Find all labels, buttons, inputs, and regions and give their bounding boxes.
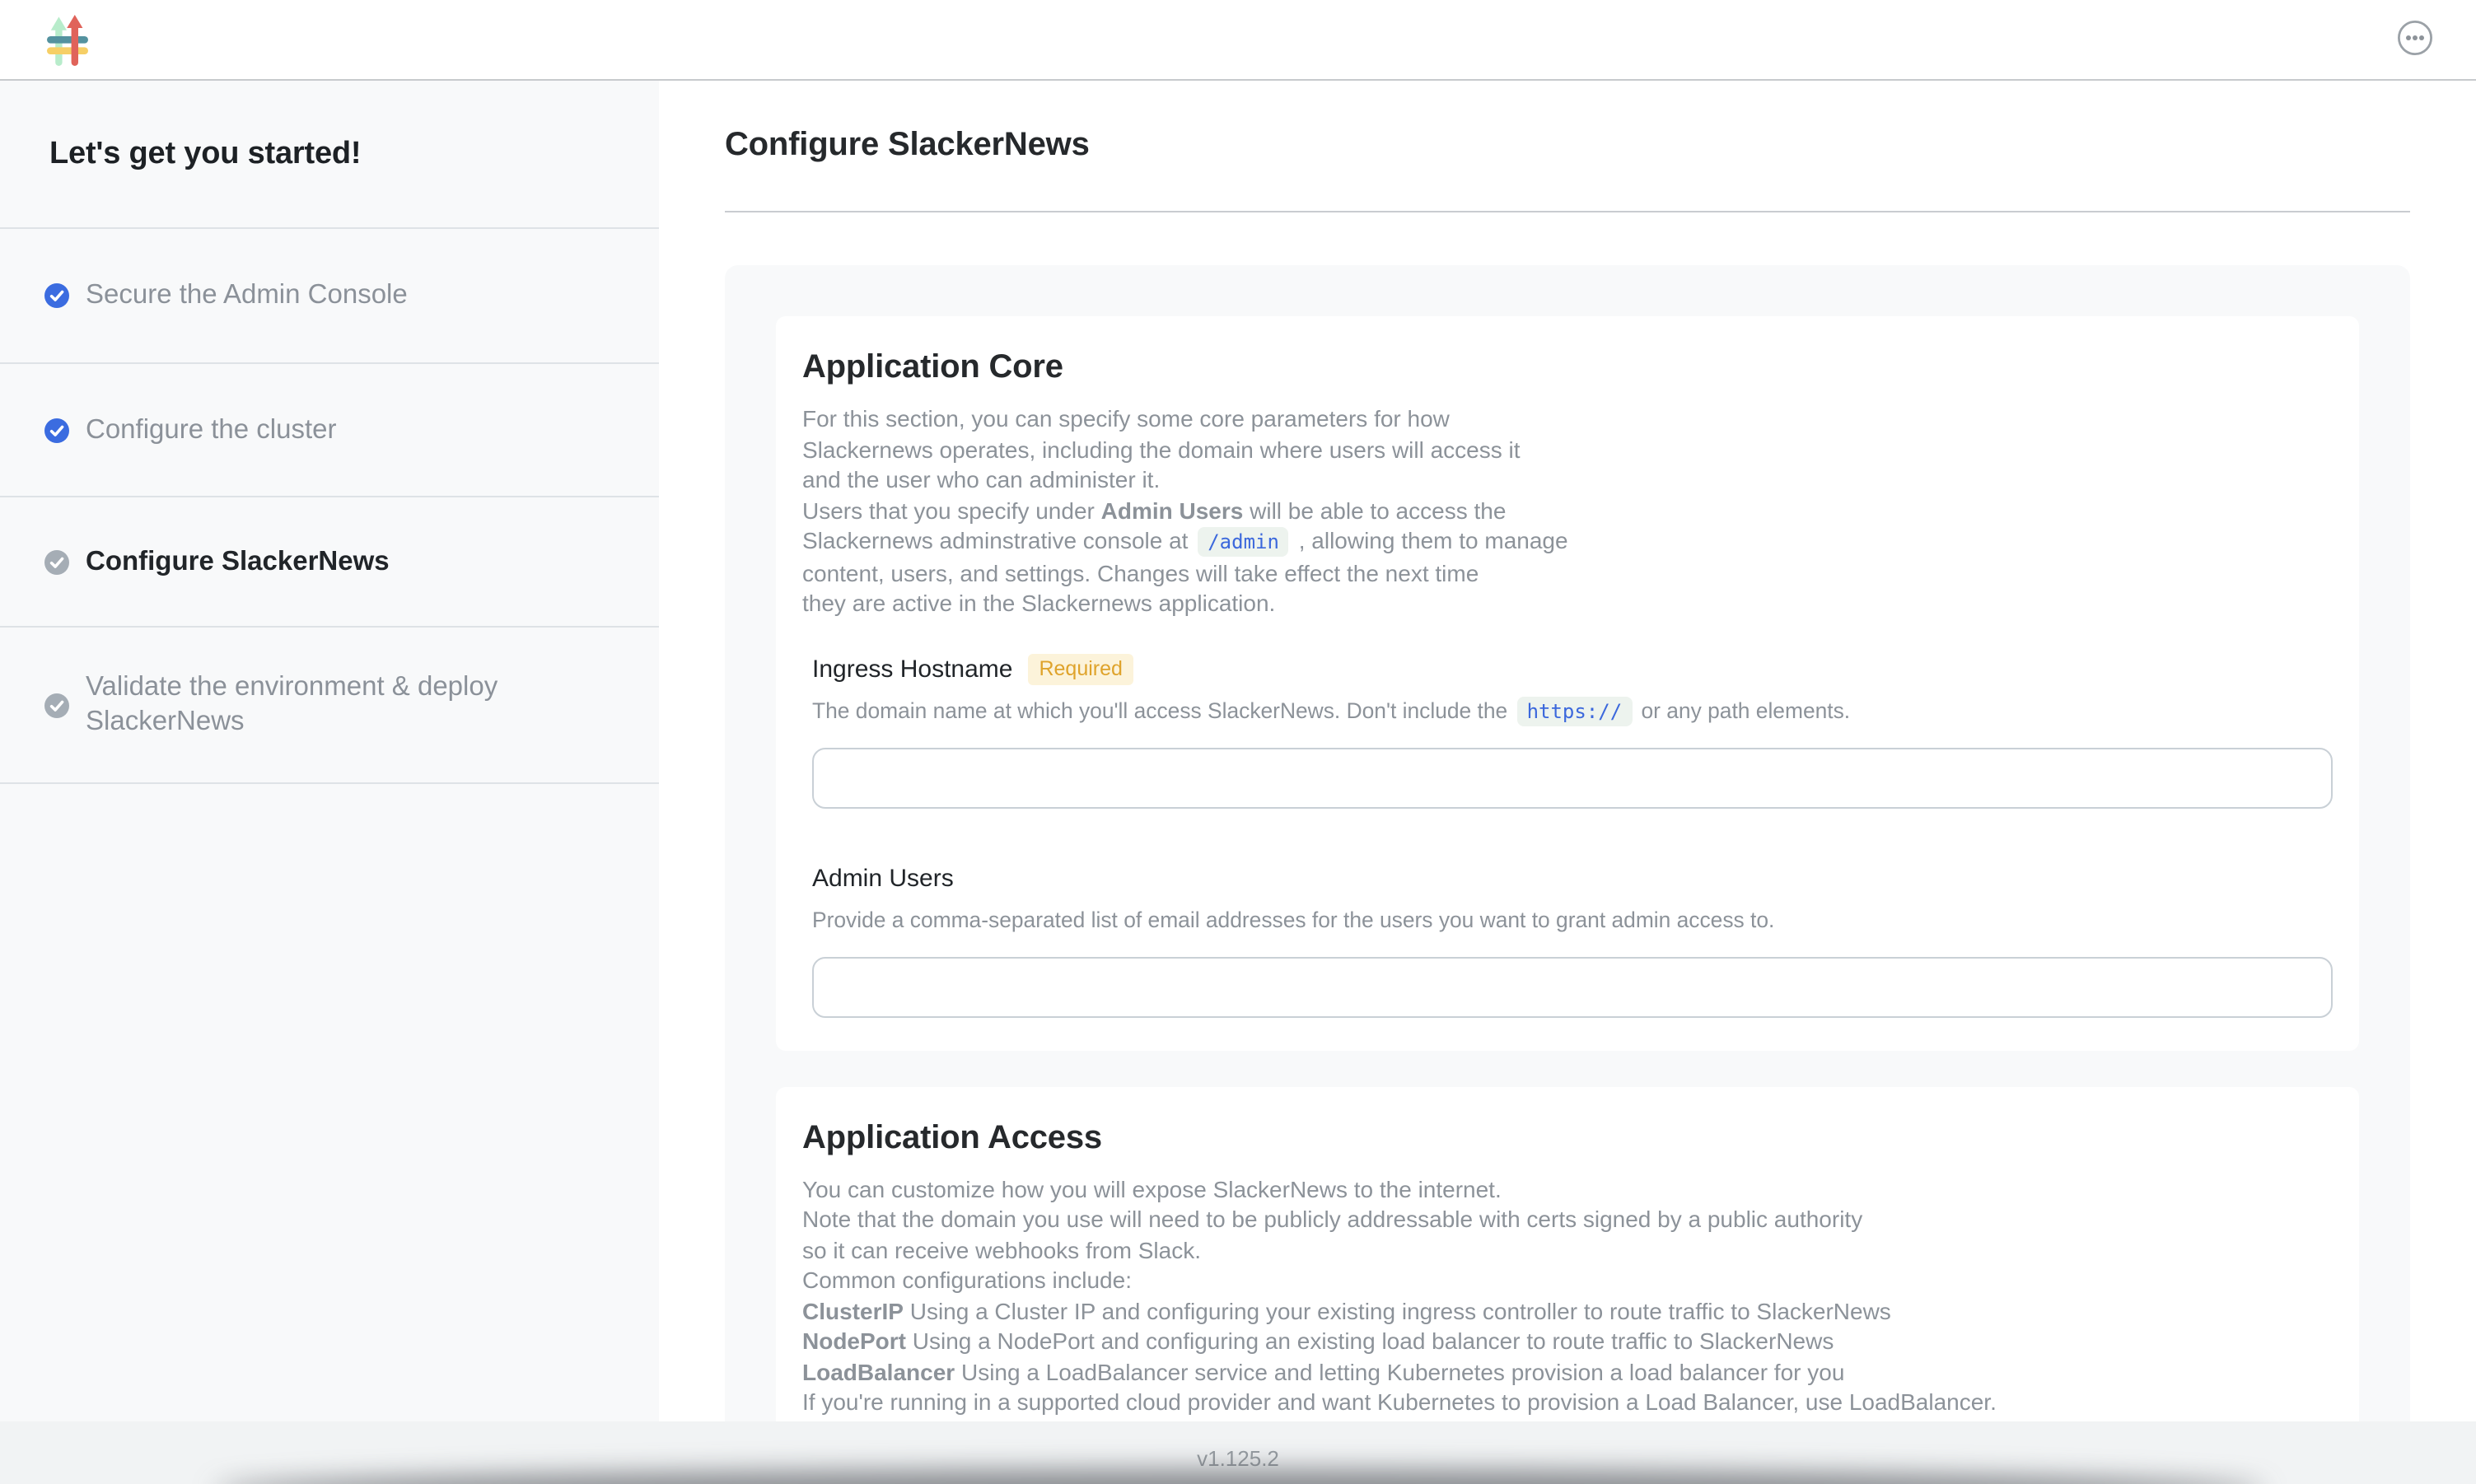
- sidebar-step-validate-deploy[interactable]: Validate the environment & deploy Slacke…: [0, 628, 659, 784]
- field-help: The domain name at which you'll access S…: [812, 696, 2333, 726]
- sidebar-step-configure-slackernews[interactable]: Configure SlackerNews: [0, 497, 659, 628]
- application-access-card: Application Access You can customize how…: [776, 1086, 2359, 1450]
- step-label: Validate the environment & deploy Slacke…: [86, 670, 498, 740]
- card-description: You can customize how you will expose Sl…: [802, 1174, 2333, 1417]
- config-panel: Application Core For this section, you c…: [725, 265, 2410, 1484]
- check-circle-icon: [44, 693, 69, 717]
- check-circle-icon: [44, 418, 69, 442]
- setup-sidebar: Let's get you started! Secure the Admin …: [0, 81, 659, 1484]
- more-menu-button[interactable]: [2397, 20, 2433, 56]
- ingress-hostname-input[interactable]: [812, 747, 2333, 808]
- top-nav: [0, 0, 2476, 81]
- field-label: Admin Users: [812, 865, 954, 893]
- sidebar-step-secure-admin-console[interactable]: Secure the Admin Console: [0, 229, 659, 364]
- field-label-row: Ingress Hostname Required: [812, 651, 2333, 688]
- page-title: Configure SlackerNews: [725, 125, 2410, 166]
- version-label: v1.125.2: [1197, 1445, 1279, 1470]
- field-ingress-hostname: Ingress Hostname Required The domain nam…: [812, 651, 2333, 808]
- field-help: Provide a comma-separated list of email …: [812, 905, 2333, 935]
- check-circle-icon: [44, 283, 69, 308]
- step-label: Configure the cluster: [86, 413, 337, 447]
- field-admin-users: Admin Users Provide a comma-separated li…: [812, 861, 2333, 1017]
- card-title: Application Access: [802, 1118, 2333, 1159]
- step-label: Configure SlackerNews: [86, 544, 390, 579]
- ellipsis-icon: [2397, 36, 2433, 61]
- card-description: For this section, you can specify some c…: [802, 404, 2333, 618]
- footer: v1.125.2: [0, 1421, 2476, 1484]
- title-divider: [725, 211, 2410, 212]
- app-window: Let's get you started! Secure the Admin …: [0, 0, 2476, 1484]
- admin-users-input[interactable]: [812, 956, 2333, 1017]
- main-content: Configure SlackerNews Application Core F…: [659, 81, 2476, 1484]
- required-badge: Required: [1027, 655, 1133, 685]
- card-title: Application Core: [802, 348, 2333, 389]
- field-label: Ingress Hostname: [812, 656, 1012, 684]
- check-circle-icon: [44, 549, 69, 574]
- field-label-row: Admin Users: [812, 861, 2333, 897]
- sidebar-title: Let's get you started!: [0, 81, 659, 229]
- step-label: Secure the Admin Console: [86, 278, 408, 313]
- slackernews-logo-icon: [46, 15, 89, 74]
- sidebar-step-configure-cluster[interactable]: Configure the cluster: [0, 364, 659, 497]
- application-core-card: Application Core For this section, you c…: [776, 316, 2359, 1050]
